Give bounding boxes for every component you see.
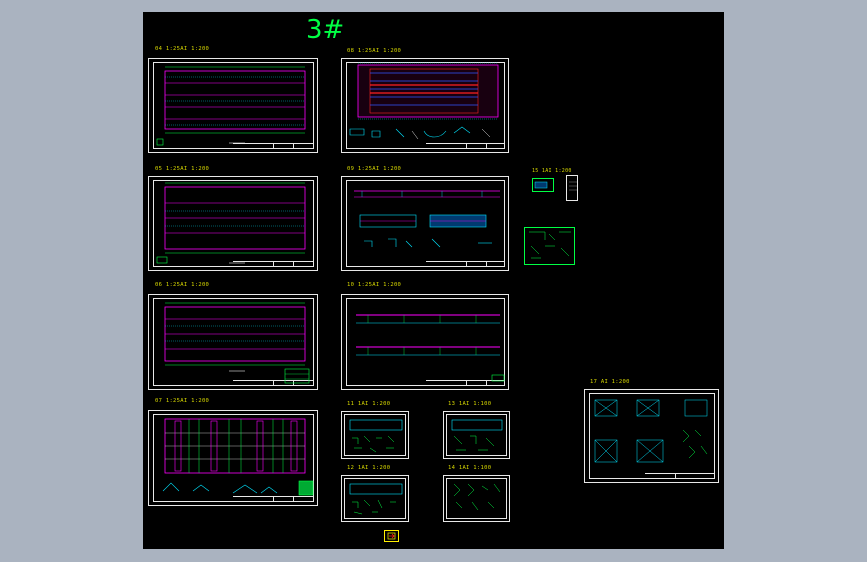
sheet-label-04: 04 1:25AI 1:200 <box>155 46 210 52</box>
sheet-13[interactable] <box>443 411 510 459</box>
sheet-08-plan <box>349 62 499 140</box>
sheet-10[interactable] <box>341 294 509 390</box>
sheet-label-05: 05 1:25AI 1:200 <box>155 166 210 172</box>
sheet-11[interactable] <box>341 411 409 459</box>
sheet-label-06: 06 1:25AI 1:200 <box>155 282 210 288</box>
arrow-right-icon[interactable] <box>384 530 399 542</box>
drawing-canvas[interactable]: 3# 04 1:25AI 1:200 05 1:25AI 1:200 06 1:… <box>143 12 724 549</box>
sheet-07-plan <box>162 418 314 496</box>
sheet-10-elevations <box>356 314 505 382</box>
sheet-12[interactable] <box>341 475 409 522</box>
sheet-label-13: 13 1AI 1:100 <box>448 401 492 407</box>
sheet-05-plan <box>156 182 306 264</box>
sheet-05[interactable] <box>148 176 318 271</box>
sheet-14-details <box>453 483 501 511</box>
sheet-04[interactable] <box>148 58 318 153</box>
sheet-12-details <box>349 483 403 515</box>
sheet-15-preview <box>534 181 548 189</box>
sheet-label-09: 09 1:25AI 1:200 <box>347 166 402 172</box>
sheet-label-10: 10 1:25AI 1:200 <box>347 282 402 288</box>
arrow-right-glyph <box>387 532 396 540</box>
sheet-16-preview <box>569 181 577 191</box>
drawing-title: 3# <box>306 15 345 45</box>
sheet-17-details <box>594 399 708 463</box>
sheet-14[interactable] <box>443 475 510 522</box>
sheet-06-plan <box>164 302 310 384</box>
sheet-11-details <box>349 419 403 453</box>
sheet-label-07: 07 1:25AI 1:200 <box>155 398 210 404</box>
sheet-label-12: 12 1AI 1:200 <box>347 465 391 471</box>
sheet-15[interactable] <box>532 178 554 192</box>
sheet-label-14: 14 1AI 1:100 <box>448 465 492 471</box>
sheet-09-sections <box>354 190 500 248</box>
sheet-04-plan <box>156 66 306 146</box>
sheet-label-08: 08 1:25AI 1:200 <box>347 48 402 54</box>
sheet-16[interactable] <box>524 227 575 265</box>
sheet-label-17: 17 AI 1:200 <box>590 379 630 385</box>
sheet-08[interactable] <box>341 58 509 153</box>
sheet-16-details <box>529 231 571 259</box>
sheet-17[interactable] <box>584 389 719 483</box>
sheet-09[interactable] <box>341 176 509 271</box>
sheet-13-details <box>451 419 503 451</box>
sheet-16-notes[interactable] <box>566 175 578 201</box>
sheet-06[interactable] <box>148 294 318 390</box>
sheet-label-15: 15 1AI 1:200 <box>532 168 572 174</box>
sheet-07[interactable] <box>148 410 318 506</box>
sheet-label-11: 11 1AI 1:200 <box>347 401 391 407</box>
